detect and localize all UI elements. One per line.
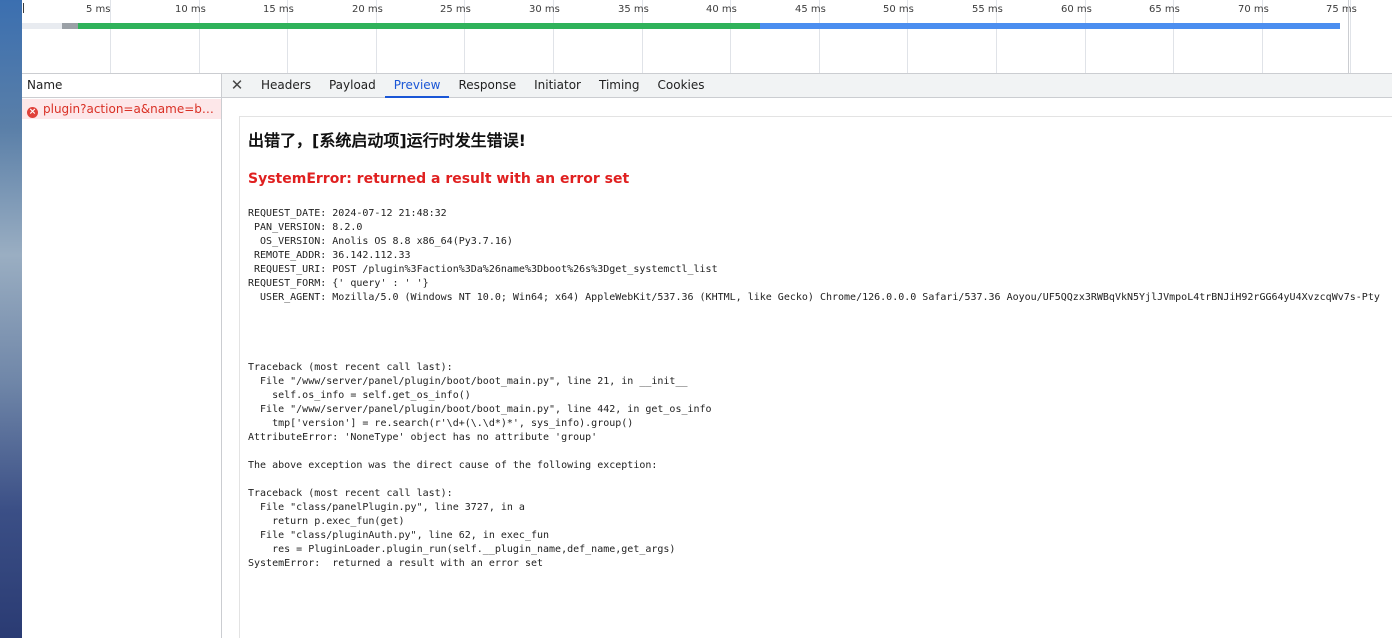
tab-headers[interactable]: Headers: [252, 74, 320, 97]
tab-timing[interactable]: Timing: [590, 74, 649, 97]
timeline-tick-label: 60 ms: [1061, 4, 1092, 15]
timeline-tick-label: 20 ms: [352, 4, 383, 15]
close-icon[interactable]: ✕: [222, 74, 252, 97]
timeline-tick-label: 55 ms: [972, 4, 1003, 15]
timeline-tick-label: 35 ms: [618, 4, 649, 15]
preview-content: 出错了，[系统启动项]运行时发生错误! SystemError: returne…: [239, 116, 1392, 638]
request-info-line: REQUEST_FORM: {' query' : ' '}: [248, 278, 429, 289]
request-info-line: REQUEST_DATE: 2024-07-12 21:48:32: [248, 208, 447, 219]
request-detail-pane: ✕ Headers Payload Preview Response Initi…: [222, 74, 1392, 638]
traceback-line: Traceback (most recent call last):: [248, 488, 453, 499]
request-info-block: REQUEST_DATE: 2024-07-12 21:48:32 PAN_VE…: [248, 207, 1392, 305]
traceback-line: File "class/panelPlugin.py", line 3727, …: [248, 502, 525, 513]
timeline-tick-label: 25 ms: [440, 4, 471, 15]
timeline-right-divider: [1348, 0, 1349, 73]
tab-initiator[interactable]: Initiator: [525, 74, 590, 97]
timeline-tick-label: 75 ms: [1326, 4, 1357, 15]
request-info-line: REQUEST_URI: POST /plugin%3Faction%3Da%2…: [248, 264, 718, 275]
name-column-header[interactable]: Name: [22, 74, 221, 98]
traceback-line: Traceback (most recent call last):: [248, 362, 453, 373]
timeline-start-marker: [23, 3, 24, 13]
traceback-line: [248, 473, 1392, 487]
traceback-line: tmp['version'] = re.search(r'\d+(\.\d*)*…: [248, 418, 634, 429]
timeline-tick-label: 70 ms: [1238, 4, 1269, 15]
timeline-waiting-segment: [78, 23, 760, 29]
traceback-line: File "class/pluginAuth.py", line 62, in …: [248, 530, 550, 541]
timeline-tick-label: 5 ms: [86, 4, 111, 15]
tab-preview[interactable]: Preview: [384, 74, 450, 98]
request-name: plugin?action=a&name=boot&...: [43, 102, 221, 116]
request-info-line: USER_AGENT: Mozilla/5.0 (Windows NT 10.0…: [248, 292, 1380, 303]
traceback-line: SystemError: returned a result with an e…: [248, 558, 544, 569]
error-summary: SystemError: returned a result with an e…: [248, 171, 630, 187]
traceback-line: [248, 445, 1392, 459]
timeline-download-segment: [760, 23, 1340, 29]
traceback-block: Traceback (most recent call last): File …: [248, 361, 1392, 571]
request-info-line: REMOTE_ADDR: 36.142.112.33: [248, 250, 411, 261]
traceback-line: self.os_info = self.get_os_info(): [248, 390, 471, 401]
timeline-tick-label: 15 ms: [263, 4, 294, 15]
traceback-line: return p.exec_fun(get): [248, 516, 405, 527]
tab-cookies[interactable]: Cookies: [649, 74, 714, 97]
request-info-line: PAN_VERSION: 8.2.0: [248, 222, 363, 233]
error-page-title: 出错了，[系统启动项]运行时发生错误!: [248, 131, 526, 150]
traceback-line: AttributeError: 'NoneType' object has no…: [248, 432, 598, 443]
timeline-queueing-segment: [62, 23, 78, 29]
timeline-tick-label: 45 ms: [795, 4, 826, 15]
request-list-pane: Name × plugin?action=a&name=boot&...: [22, 74, 222, 638]
timeline-tick-label: 65 ms: [1149, 4, 1180, 15]
desktop-background-strip: [0, 0, 22, 638]
timeline-tick-label: 40 ms: [706, 4, 737, 15]
tab-response[interactable]: Response: [449, 74, 525, 97]
error-circle-icon: ×: [27, 107, 38, 118]
network-timeline-overview[interactable]: 5 ms 10 ms 15 ms 20 ms 25 ms 30 ms 35 ms 40 ms 4…: [22, 0, 1392, 74]
traceback-line: res = PluginLoader.plugin_run(self.__plu…: [248, 544, 676, 555]
tab-payload[interactable]: Payload: [320, 74, 385, 97]
traceback-line: File "/www/server/panel/plugin/boot/boot…: [248, 376, 688, 387]
request-row[interactable]: × plugin?action=a&name=boot&...: [22, 99, 221, 119]
detail-tab-bar: ✕ Headers Payload Preview Response Initi…: [222, 74, 1392, 98]
timeline-tick-label: 50 ms: [883, 4, 914, 15]
traceback-line: File "/www/server/panel/plugin/boot/boot…: [248, 404, 712, 415]
request-info-line: OS_VERSION: Anolis OS 8.8 x86_64(Py3.7.1…: [248, 236, 513, 247]
timeline-tick-label: 10 ms: [175, 4, 206, 15]
timeline-tick-label: 30 ms: [529, 4, 560, 15]
traceback-line: The above exception was the direct cause…: [248, 460, 658, 471]
